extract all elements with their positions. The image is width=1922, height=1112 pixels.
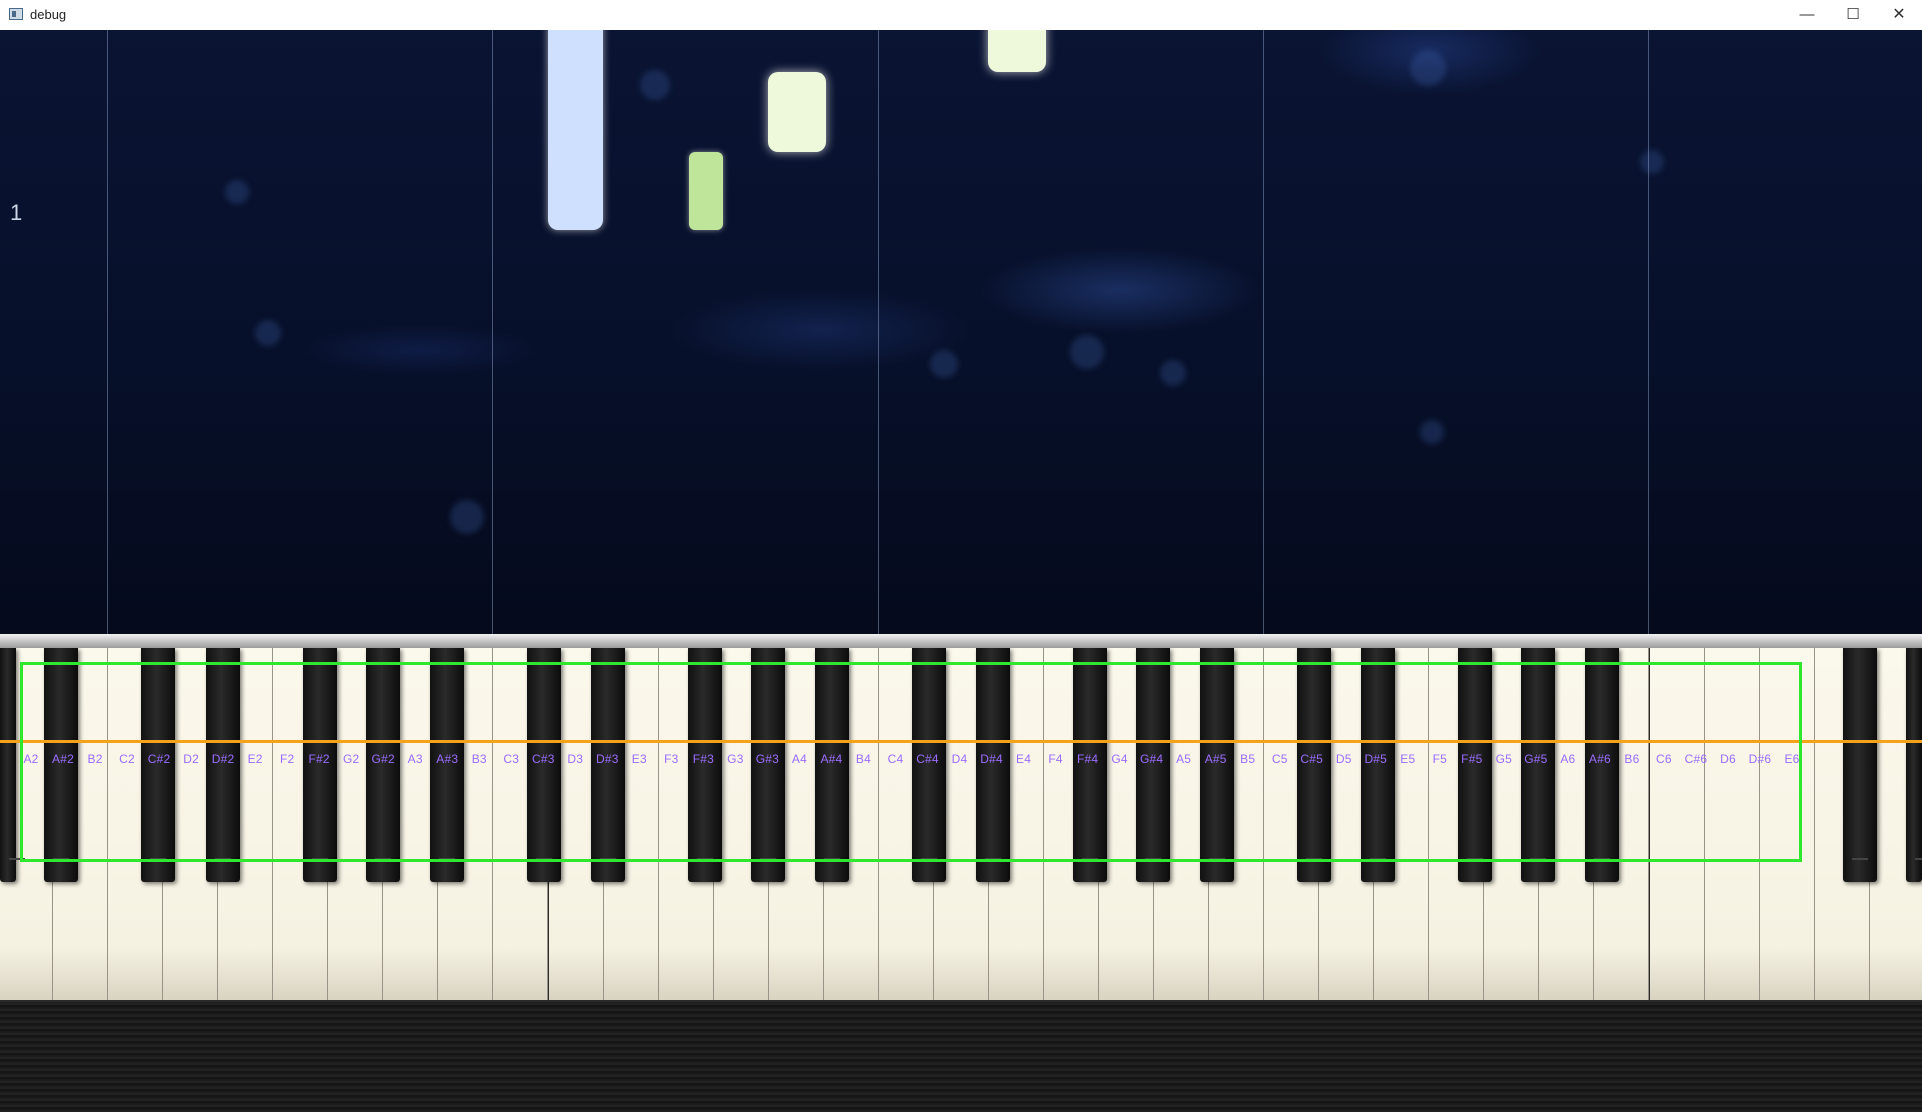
bokeh-light <box>1640 150 1664 174</box>
octave-guide-line <box>1648 30 1649 634</box>
octave-guide-line <box>878 30 879 634</box>
falling-note <box>988 30 1046 72</box>
bokeh-light <box>450 500 484 534</box>
note-fall-area: 1 <box>0 30 1922 634</box>
bokeh-light <box>255 320 281 346</box>
octave-guide-line <box>107 30 108 634</box>
maximize-button[interactable]: ☐ <box>1830 0 1876 30</box>
key-note-label: E6 <box>1784 752 1800 766</box>
black-key[interactable] <box>1906 648 1922 882</box>
minimize-button[interactable]: — <box>1784 0 1830 30</box>
frame-counter: 1 <box>10 200 23 225</box>
black-key[interactable] <box>1843 648 1877 882</box>
bokeh-light <box>225 180 249 204</box>
bokeh-light <box>1410 50 1446 86</box>
floor-texture <box>0 1002 1922 1112</box>
app-icon <box>9 8 23 20</box>
close-button[interactable]: ✕ <box>1876 0 1922 30</box>
window-title: debug <box>30 7 67 22</box>
bokeh-light <box>1420 420 1444 444</box>
bokeh-light <box>1070 335 1104 369</box>
falling-note <box>768 72 826 152</box>
bokeh-light <box>640 70 670 100</box>
keyboard-rail <box>0 634 1922 648</box>
falling-note <box>548 30 603 230</box>
octave-guide-line <box>1263 30 1264 634</box>
octave-guide-line <box>492 30 493 634</box>
window-titlebar: debug — ☐ ✕ <box>0 0 1922 31</box>
bokeh-light <box>1160 360 1186 386</box>
falling-note <box>689 152 723 230</box>
bokeh-light <box>930 350 958 378</box>
